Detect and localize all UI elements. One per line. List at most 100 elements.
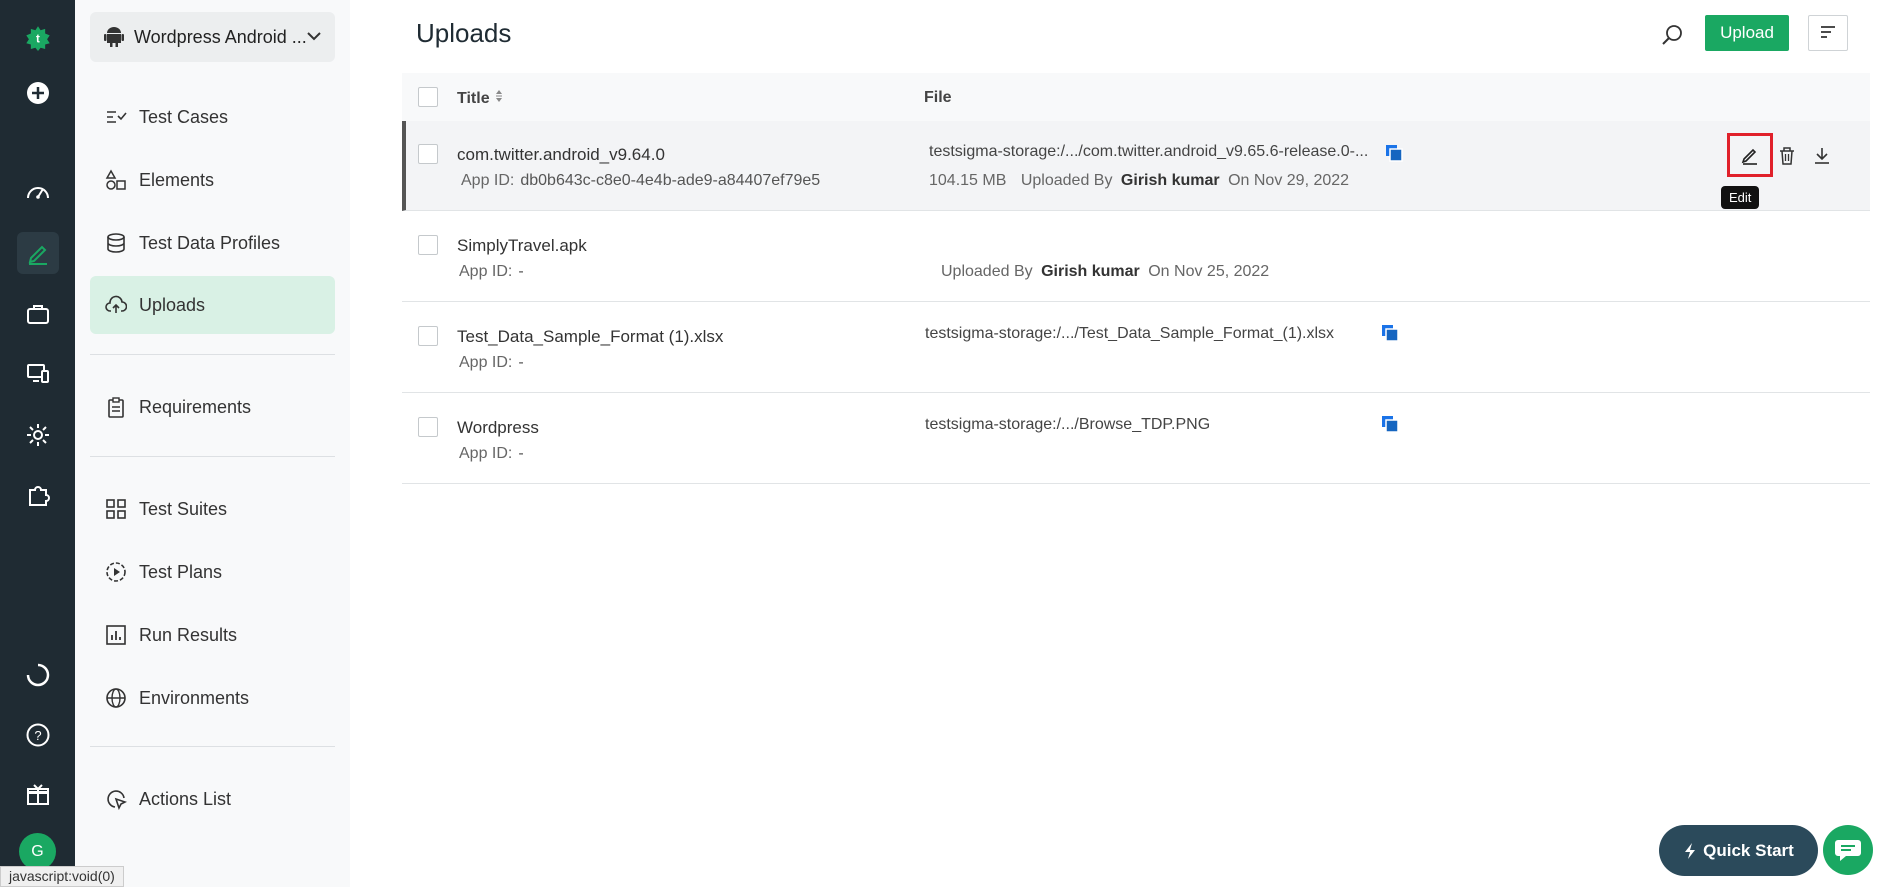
sidebar-item-elements[interactable]: Elements (90, 151, 335, 209)
loading-icon[interactable] (0, 653, 75, 697)
sidebar-item-environments[interactable]: Environments (90, 669, 335, 727)
gift-icon[interactable] (0, 773, 75, 817)
sidebar-item-uploads[interactable]: Uploads (90, 276, 335, 334)
sidebar-item-label: Environments (139, 687, 250, 708)
add-icon[interactable] (0, 71, 75, 115)
edit-tooltip: Edit (1721, 186, 1760, 209)
avatar[interactable]: G (19, 833, 56, 870)
sidebar-item-requirements[interactable]: Requirements (90, 378, 335, 436)
uploader-name: Girish kumar (1120, 172, 1220, 189)
elements-icon (105, 169, 126, 190)
file-size: 104.15 MB (929, 172, 1007, 189)
sort-arrows-icon[interactable] (494, 89, 504, 103)
uploader-name: Girish kumar (1041, 263, 1140, 280)
sidebar-item-label: Test Suites (139, 498, 228, 519)
globe-icon (106, 688, 126, 708)
addons-puzzle-icon[interactable] (0, 473, 75, 517)
android-icon (104, 27, 124, 47)
edit-button[interactable] (1727, 133, 1773, 177)
quick-start-label: Quick Start (1703, 840, 1794, 860)
play-circle-icon (106, 562, 126, 582)
row-title[interactable]: Test_Data_Sample_Format (1).xlsx (457, 327, 723, 347)
sidebar: Wordpress Android ... Test Cases Element… (75, 0, 350, 887)
sidebar-item-label: Requirements (139, 396, 252, 417)
settings-gear-icon[interactable] (0, 413, 75, 457)
copy-icon[interactable] (1381, 415, 1399, 433)
app-id-label: App ID: (461, 172, 515, 189)
sidebar-item-label: Elements (139, 169, 215, 190)
upload-date: On Nov 25, 2022 (1148, 263, 1270, 280)
uploaded-by-label: Uploaded By (941, 263, 1033, 280)
create-tests-icon[interactable] (0, 231, 75, 275)
row-app-id: App ID: - (459, 354, 524, 372)
dashboard-icon[interactable] (0, 171, 75, 215)
row-app-id: App ID: - (459, 263, 524, 281)
search-icon[interactable] (1658, 20, 1688, 50)
chat-button[interactable] (1823, 825, 1873, 875)
sidebar-item-actions-list[interactable]: Actions List (90, 770, 335, 828)
sidebar-divider (90, 354, 335, 355)
app-id-label: App ID: (459, 263, 513, 280)
sidebar-item-test-suites[interactable]: Test Suites (90, 480, 335, 538)
app-id-value: - (518, 354, 524, 371)
trash-icon (1780, 147, 1794, 165)
row-checkbox[interactable] (418, 326, 438, 346)
column-file-header: File (924, 89, 952, 106)
database-icon (107, 233, 125, 253)
sidebar-divider (90, 746, 335, 747)
upload-button[interactable]: Upload (1705, 15, 1789, 51)
row-title[interactable]: SimplyTravel.apk (457, 236, 587, 256)
devices-icon[interactable] (0, 352, 75, 396)
sort-button[interactable] (1808, 15, 1848, 51)
select-all-checkbox[interactable] (418, 87, 438, 107)
sidebar-divider (90, 456, 335, 457)
app-id-label: App ID: (459, 445, 513, 462)
row-meta: Uploaded By Girish kumar On Nov 25, 2022 (941, 263, 1269, 281)
cloud-upload-icon (105, 295, 127, 313)
column-title-header[interactable]: Title (457, 89, 504, 108)
table-row[interactable]: SimplyTravel.apk App ID: - Uploaded By Gi… (402, 212, 1870, 302)
table-header: Title File (402, 73, 1870, 123)
page-title: Uploads (416, 18, 512, 48)
delete-button[interactable] (1772, 141, 1802, 171)
row-title[interactable]: Wordpress (457, 418, 539, 438)
quick-start-button[interactable]: Quick Start (1659, 825, 1818, 876)
copy-icon[interactable] (1385, 144, 1403, 162)
help-icon[interactable]: ? (0, 713, 75, 757)
sidebar-item-label: Actions List (139, 788, 232, 809)
testsigma-logo-icon[interactable]: t (0, 16, 75, 60)
sidebar-item-test-data-profiles[interactable]: Test Data Profiles (90, 214, 335, 272)
sidebar-item-run-results[interactable]: Run Results (90, 606, 335, 664)
row-title[interactable]: com.twitter.android_v9.64.0 (457, 145, 665, 165)
app-id-value: - (518, 263, 524, 280)
sort-icon (1821, 26, 1835, 38)
bar-chart-icon (106, 625, 126, 645)
sidebar-item-label: Test Cases (139, 106, 229, 127)
row-meta: 104.15 MB Uploaded By Girish kumar On No… (929, 172, 1349, 190)
table-row[interactable]: com.twitter.android_v9.64.0 App ID: db0b6… (402, 121, 1870, 211)
row-app-id: App ID: db0b643c-c8e0-4e4b-ade9-a84407ef7… (461, 172, 820, 190)
app-id-value: - (518, 445, 524, 462)
table-row[interactable]: Test_Data_Sample_Format (1).xlsx App ID:… (402, 303, 1870, 393)
status-bar-url: javascript:void(0) (0, 866, 124, 887)
sidebar-item-test-cases[interactable]: Test Cases (90, 88, 335, 146)
svg-text:t: t (36, 33, 40, 46)
download-button[interactable] (1807, 141, 1837, 171)
table-row[interactable]: Wordpress App ID: - testsigma-storage:/..… (402, 394, 1870, 484)
cursor-click-icon (107, 790, 127, 810)
svg-text:?: ? (34, 728, 41, 743)
sidebar-item-test-plans[interactable]: Test Plans (90, 543, 335, 601)
grid-icon (106, 499, 126, 519)
project-selector[interactable]: Wordpress Android ... (90, 12, 335, 62)
row-checkbox[interactable] (418, 417, 438, 437)
row-file-path: testsigma-storage:/.../Browse_TDP.PNG (925, 416, 1211, 433)
row-app-id: App ID: - (459, 445, 524, 463)
copy-icon[interactable] (1381, 324, 1399, 342)
download-icon (1815, 148, 1829, 164)
lightning-icon (1685, 842, 1696, 859)
row-checkbox[interactable] (418, 144, 438, 164)
row-file-path: testsigma-storage:/.../com.twitter.andro… (929, 143, 1369, 160)
row-file-path: testsigma-storage:/.../Test_Data_Sample_… (925, 325, 1335, 342)
row-checkbox[interactable] (418, 235, 438, 255)
briefcase-icon[interactable] (0, 292, 75, 336)
